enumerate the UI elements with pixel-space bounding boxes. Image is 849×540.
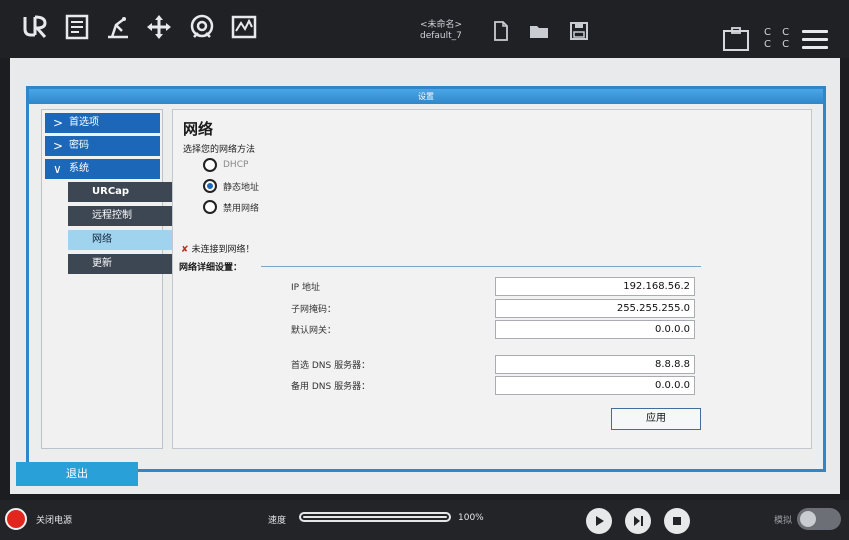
radio-label: DHCP <box>223 160 249 170</box>
radio-label: 静态地址 <box>223 182 260 193</box>
stop-icon <box>673 517 681 525</box>
open-folder-icon[interactable] <box>528 20 550 42</box>
default-gateway-label: 默认网关： <box>291 326 337 336</box>
cc-indicator-top: C C <box>764 27 794 38</box>
section-title: 网络详细设置： <box>179 263 243 273</box>
simulation-label: 模拟 <box>774 516 793 526</box>
chevron-right-icon: > <box>53 116 64 130</box>
sidebar-item-system[interactable]: ∨ 系统 <box>45 159 160 179</box>
toggle-knob <box>800 511 816 527</box>
ip-address-field[interactable]: 192.168.56.2 <box>495 277 695 296</box>
radio-circle[interactable] <box>203 158 217 172</box>
ur-logo-icon[interactable] <box>20 12 50 42</box>
program-name: <未命名> default_7 <box>420 20 462 42</box>
speed-slider[interactable] <box>299 512 451 522</box>
main-screen: 设置 > 首选项 > 密码 ∨ 系统 URCap 远程控制 网络 更新 网络 选… <box>10 58 840 494</box>
page-title: 网络 <box>183 120 214 138</box>
sidebar-item-label: 系统 <box>69 163 89 174</box>
error-x-icon: ✘ <box>181 245 189 255</box>
cc-indicator-bottom: C C <box>764 39 794 50</box>
program-icon[interactable] <box>62 12 92 42</box>
sidebar-item-label: 首选项 <box>69 117 99 128</box>
step-button[interactable] <box>625 508 651 534</box>
radio-circle[interactable] <box>203 179 217 193</box>
status-text: 未连接到网络！ <box>191 245 255 255</box>
play-button[interactable] <box>586 508 612 534</box>
default-gateway-field[interactable]: 0.0.0.0 <box>495 320 695 339</box>
sidebar-subitem-network[interactable]: 网络 <box>68 230 172 250</box>
stop-button[interactable] <box>664 508 690 534</box>
radio-circle[interactable] <box>203 200 217 214</box>
preferred-dns-label: 首选 DNS 服务器： <box>291 361 371 371</box>
menu-icon[interactable] <box>802 30 828 52</box>
installation-icon[interactable] <box>103 12 133 42</box>
speed-slider-fill <box>303 516 447 518</box>
window-title: 设置 <box>29 89 823 104</box>
chevron-down-icon: ∨ <box>53 162 62 176</box>
program-name-placeholder: <未命名> <box>420 20 463 30</box>
clipboard-icon[interactable] <box>722 26 750 52</box>
sidebar-subitem-remote-control[interactable]: 远程控制 <box>68 206 172 226</box>
new-file-icon[interactable] <box>490 20 512 42</box>
play-icon <box>596 516 604 526</box>
settings-window: 设置 > 首选项 > 密码 ∨ 系统 URCap 远程控制 网络 更新 网络 选… <box>26 86 826 472</box>
bottom-bar: 关闭电源 速度 100% 模拟 <box>0 500 849 540</box>
program-name-value: default_7 <box>420 31 462 41</box>
log-icon[interactable] <box>229 12 259 42</box>
radio-disable-network[interactable]: 禁用网络 <box>203 200 259 214</box>
radio-static-address[interactable]: 静态地址 <box>203 179 259 193</box>
network-method-prompt: 选择您的网络方法 <box>183 145 256 155</box>
move-icon[interactable] <box>144 12 174 42</box>
sidebar-item-password[interactable]: > 密码 <box>45 136 160 156</box>
alternate-dns-label: 备用 DNS 服务器： <box>291 382 371 392</box>
sidebar-item-label: 密码 <box>69 140 89 151</box>
power-button[interactable] <box>5 508 27 530</box>
power-label: 关闭电源 <box>36 516 73 526</box>
ip-address-label: IP 地址 <box>291 283 320 293</box>
top-header: <未命名> default_7 C C C C <box>0 0 849 58</box>
chevron-right-icon: > <box>53 139 64 153</box>
network-panel: 网络 选择您的网络方法 DHCP 静态地址 禁用网络 ✘ 未连接到网络！ 网络详细… <box>172 109 812 449</box>
cc-indicator: C C C C <box>764 27 793 51</box>
speed-value: 100% <box>458 513 484 523</box>
divider <box>261 266 701 267</box>
alternate-dns-field[interactable]: 0.0.0.0 <box>495 376 695 395</box>
speed-label: 速度 <box>268 516 287 526</box>
settings-sidebar: > 首选项 > 密码 ∨ 系统 URCap 远程控制 网络 更新 <box>41 109 172 449</box>
exit-button[interactable]: 退出 <box>16 462 138 486</box>
step-icon <box>634 516 643 526</box>
io-icon[interactable] <box>187 12 217 42</box>
sidebar-item-preferences[interactable]: > 首选项 <box>45 113 160 133</box>
sidebar-subitem-update[interactable]: 更新 <box>68 254 172 274</box>
save-icon[interactable] <box>568 20 590 42</box>
simulation-toggle[interactable] <box>797 508 841 530</box>
preferred-dns-field[interactable]: 8.8.8.8 <box>495 355 695 374</box>
subnet-mask-field[interactable]: 255.255.255.0 <box>495 299 695 318</box>
subnet-mask-label: 子网掩码： <box>291 305 337 315</box>
network-status: ✘ 未连接到网络！ <box>181 242 255 255</box>
radio-dhcp[interactable]: DHCP <box>203 158 248 172</box>
radio-label: 禁用网络 <box>223 203 260 214</box>
apply-button[interactable]: 应用 <box>611 408 701 430</box>
sidebar-subitem-urcap[interactable]: URCap <box>68 182 172 202</box>
